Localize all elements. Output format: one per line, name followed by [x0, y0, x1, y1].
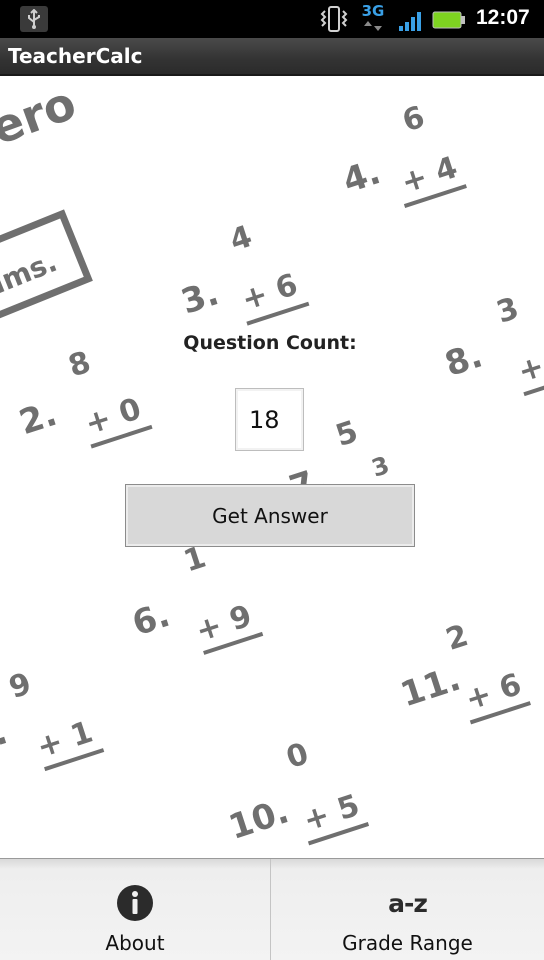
network-3g-icon: 3G — [356, 2, 390, 34]
info-icon — [116, 883, 154, 923]
status-bar: 3G 12:07 — [0, 0, 544, 38]
menu-item-label: About — [105, 931, 165, 955]
title-bar: TeacherCalc — [0, 38, 544, 76]
main-content: ero ums. 4. 6 + 4 3. 4 + 6 2. 8 + 0 8. 3… — [0, 76, 544, 858]
svg-text:3.: 3. — [176, 273, 223, 322]
menu-item-grade-range[interactable]: a-z Grade Range — [270, 859, 544, 960]
question-count-label: Question Count: — [183, 332, 357, 354]
app-title: TeacherCalc — [8, 44, 143, 68]
svg-text:+: + — [514, 349, 544, 390]
svg-text:.: . — [0, 712, 12, 754]
options-menu: About a-z Grade Range — [0, 858, 544, 960]
svg-text:+ 1: + 1 — [33, 715, 98, 766]
svg-text:10.: 10. — [224, 791, 294, 848]
svg-text:0: 0 — [282, 736, 313, 776]
signal-icon — [398, 10, 422, 36]
question-count-input[interactable] — [235, 388, 304, 451]
status-clock: 12:07 — [476, 6, 530, 29]
svg-text:5: 5 — [331, 414, 362, 454]
menu-item-label: Grade Range — [342, 931, 473, 955]
svg-text:9: 9 — [5, 666, 36, 706]
a-z-icon: a-z — [388, 883, 428, 923]
menu-item-about[interactable]: About — [0, 859, 270, 960]
get-answer-button[interactable]: Get Answer — [125, 484, 415, 547]
svg-text:ero: ero — [0, 76, 83, 155]
svg-text:3: 3 — [492, 291, 523, 331]
worksheet-background-image: ero ums. 4. 6 + 4 3. 4 + 6 2. 8 + 0 8. 3… — [0, 76, 544, 848]
svg-text:6.: 6. — [128, 595, 175, 644]
svg-text:+ 0: + 0 — [81, 391, 146, 442]
vibrate-icon — [318, 5, 350, 37]
svg-text:11.: 11. — [396, 659, 466, 716]
network-label: 3G — [361, 2, 385, 20]
svg-text:+ 9: + 9 — [192, 598, 257, 649]
svg-text:+ 6: + 6 — [461, 667, 526, 718]
svg-text:+ 4: + 4 — [397, 150, 462, 201]
svg-text:4: 4 — [226, 219, 257, 259]
svg-text:+ 5: + 5 — [299, 788, 364, 839]
battery-icon — [432, 10, 466, 34]
svg-text:2.: 2. — [15, 394, 62, 443]
a-z-glyph: a-z — [388, 888, 428, 918]
svg-text:4.: 4. — [338, 152, 385, 201]
svg-text:3: 3 — [368, 451, 393, 483]
svg-text:6: 6 — [398, 100, 429, 140]
svg-text:2: 2 — [442, 618, 473, 658]
usb-icon — [20, 6, 48, 32]
